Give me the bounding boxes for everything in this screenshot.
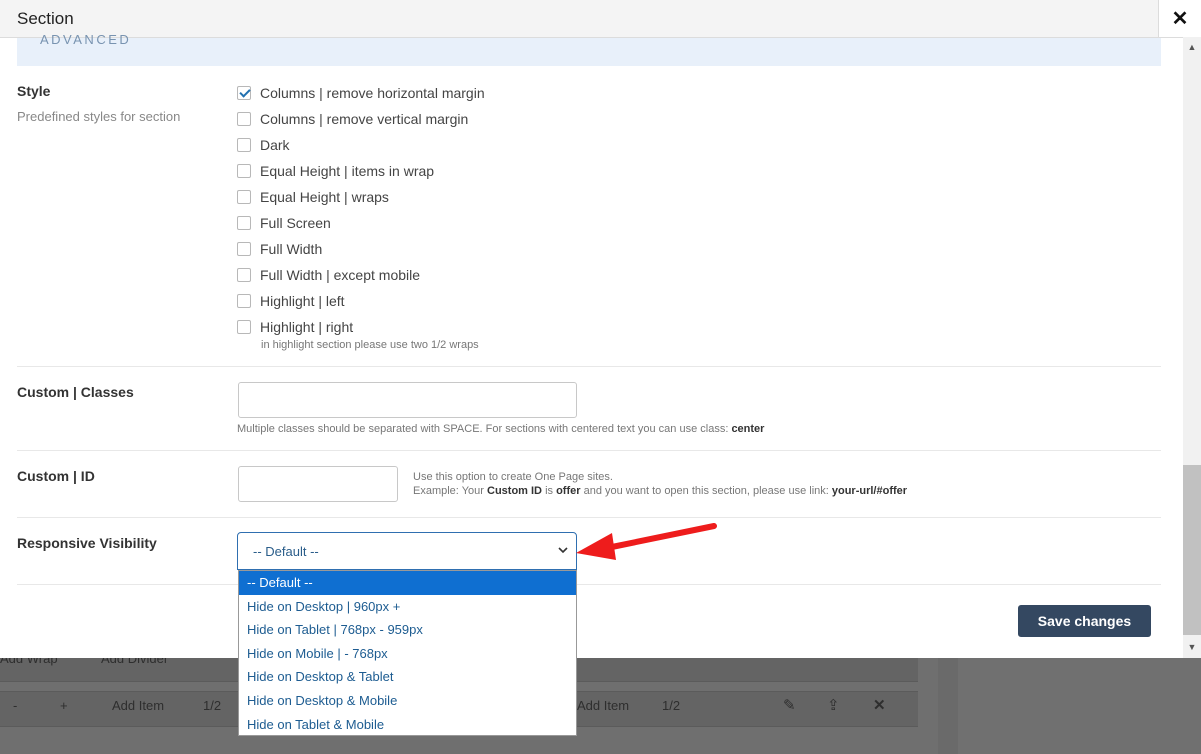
- checkbox[interactable]: [237, 216, 251, 230]
- style-option[interactable]: Full Width | except mobile: [237, 266, 420, 284]
- hint-text: is: [545, 485, 554, 497]
- style-option[interactable]: Full Width: [237, 240, 322, 258]
- save-changes-button[interactable]: Save changes: [1018, 605, 1151, 637]
- checkbox[interactable]: [237, 320, 251, 334]
- wrap-grow-button[interactable]: +: [60, 698, 68, 713]
- custom-id-hint-line1: Use this option to create One Page sites…: [413, 471, 613, 483]
- dropdown-option[interactable]: Hide on Tablet & Mobile: [239, 713, 576, 737]
- dropdown-option[interactable]: Hide on Tablet | 768px - 959px: [239, 618, 576, 642]
- checkbox[interactable]: [237, 294, 251, 308]
- dropdown-option[interactable]: -- Default --: [239, 571, 576, 595]
- divider: [17, 450, 1161, 451]
- style-option[interactable]: Full Screen: [237, 214, 331, 232]
- dropdown-option[interactable]: Hide on Desktop & Mobile: [239, 689, 576, 713]
- wrap-size-right: 1/2: [662, 698, 681, 713]
- custom-classes-input[interactable]: [238, 382, 577, 418]
- style-option-label: Full Screen: [260, 215, 331, 231]
- style-option-label: Highlight | left: [260, 293, 345, 309]
- custom-id-label: Custom | ID: [17, 468, 95, 484]
- red-arrow-annotation: [576, 523, 717, 560]
- style-option-label: Full Width | except mobile: [260, 267, 421, 283]
- builder-right-area: [958, 658, 1201, 754]
- checkbox[interactable]: [237, 138, 251, 152]
- close-icon: ✕: [1171, 8, 1189, 30]
- scroll-up-icon[interactable]: ▲: [1183, 38, 1201, 56]
- checkbox[interactable]: [237, 112, 251, 126]
- scrollbar-thumb[interactable]: [1183, 465, 1201, 635]
- add-item-button-left[interactable]: Add Item: [112, 698, 164, 713]
- hint-keyword: offer: [556, 485, 581, 497]
- style-option[interactable]: Equal Height | items in wrap: [237, 162, 434, 180]
- hint-text: and you want to open this section, pleas…: [583, 485, 829, 497]
- share-icon[interactable]: ⇪: [827, 696, 840, 714]
- divider: [17, 517, 1161, 518]
- dropdown-option[interactable]: Hide on Mobile | - 768px: [239, 642, 576, 666]
- builder-background: Add Wrap Add Divider - + Add Item 1/2 Ad…: [0, 646, 1201, 754]
- style-description: Predefined styles for section: [17, 109, 181, 124]
- divider: [17, 366, 1161, 367]
- custom-classes-label: Custom | Classes: [17, 384, 134, 400]
- wrap-shrink-button[interactable]: -: [13, 698, 17, 713]
- style-option[interactable]: Columns | remove horizontal margin: [237, 84, 485, 102]
- checkbox[interactable]: [237, 86, 251, 100]
- style-option-label: Highlight | right: [260, 319, 354, 335]
- responsive-visibility-dropdown: -- Default -- Hide on Desktop | 960px + Hi…: [238, 570, 577, 736]
- style-option-label: Columns | remove vertical margin: [260, 111, 469, 127]
- checkbox[interactable]: [237, 268, 251, 282]
- custom-classes-hint: Multiple classes should be separated wit…: [237, 423, 764, 435]
- scroll-down-icon[interactable]: ▼: [1183, 638, 1201, 656]
- hint-keyword: your-url/#offer: [831, 485, 908, 497]
- style-option[interactable]: Highlight | left: [237, 292, 345, 310]
- responsive-visibility-label: Responsive Visibility: [17, 535, 157, 551]
- custom-classes-hint-keyword: center: [731, 423, 765, 435]
- divider: [17, 584, 1161, 585]
- style-option-label: Equal Height | wraps: [260, 189, 389, 205]
- hint-text: Example: Your: [413, 485, 484, 497]
- checkbox[interactable]: [237, 190, 251, 204]
- advanced-label: ADVANCED: [40, 32, 132, 47]
- wrap-size-left: 1/2: [203, 698, 222, 713]
- delete-icon[interactable]: ✕: [873, 696, 886, 714]
- style-label: Style: [17, 83, 51, 99]
- close-button[interactable]: ✕: [1158, 0, 1201, 37]
- add-item-button-right[interactable]: Add Item: [577, 698, 629, 713]
- style-option-label: Dark: [260, 137, 290, 153]
- style-option-label: Columns | remove horizontal margin: [260, 85, 485, 101]
- style-option[interactable]: Dark: [237, 136, 290, 154]
- style-option-label: Full Width: [260, 241, 323, 257]
- checkbox[interactable]: [237, 242, 251, 256]
- dropdown-option[interactable]: Hide on Desktop & Tablet: [239, 665, 576, 689]
- style-option[interactable]: Equal Height | wraps: [237, 188, 389, 206]
- custom-id-hint-line2: Example: Your Custom ID is offer and you…: [413, 485, 907, 497]
- style-option[interactable]: Highlight | right: [237, 318, 353, 336]
- checkbox[interactable]: [237, 164, 251, 178]
- style-option-label: Equal Height | items in wrap: [260, 163, 435, 179]
- modal-title: Section: [17, 9, 74, 28]
- hint-keyword: Custom ID: [487, 485, 542, 497]
- dropdown-option[interactable]: Hide on Desktop | 960px +: [239, 595, 576, 619]
- chevron-down-icon: [558, 547, 568, 554]
- responsive-visibility-select[interactable]: -- Default --: [237, 532, 577, 570]
- custom-classes-hint-text: Multiple classes should be separated wit…: [237, 423, 729, 435]
- pencil-icon[interactable]: ✎: [783, 696, 796, 714]
- advanced-section-header: ADVANCED: [17, 32, 1161, 66]
- custom-id-input[interactable]: [238, 466, 398, 502]
- highlight-hint: in highlight section please use two 1/2 …: [261, 339, 479, 351]
- style-option[interactable]: Columns | remove vertical margin: [237, 110, 468, 128]
- modal-header: Section ✕: [0, 0, 1201, 38]
- builder-side-gutter: [938, 658, 958, 754]
- select-value: -- Default --: [253, 544, 319, 559]
